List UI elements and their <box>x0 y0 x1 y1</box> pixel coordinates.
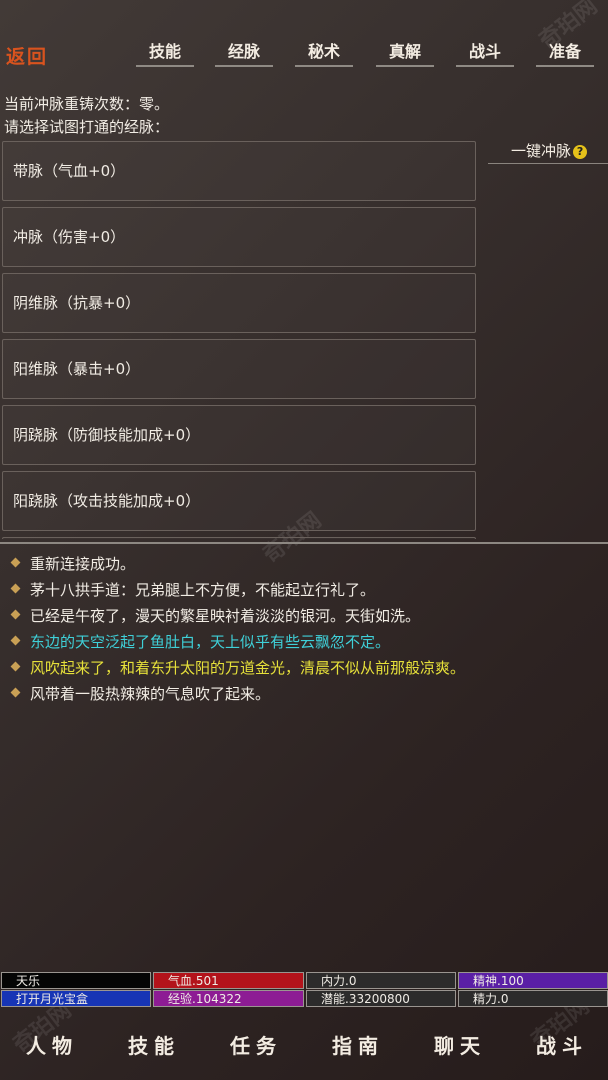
select-meridian-prompt: 请选择试图打通的经脉： <box>4 118 170 136</box>
bullet-icon <box>10 687 21 698</box>
top-bar: 返回 技能 经脉 秘术 真解 战斗 准备 <box>0 0 608 84</box>
bullet-icon <box>10 661 21 672</box>
message-text: 茅十八拱手道：兄弟腿上不方便，不能起立行礼了。 <box>30 581 376 599</box>
meridian-item-chong[interactable]: 冲脉（伤害+0） <box>2 207 476 267</box>
meridian-item-yangqiao[interactable]: 阳跷脉（攻击技能加成+0） <box>2 471 476 531</box>
message-line: 茅十八拱手道：兄弟腿上不方便，不能起立行礼了。 <box>10 580 376 600</box>
message-text: 已经是午夜了，漫天的繁星映衬着淡淡的银河。天街如洗。 <box>30 607 421 625</box>
meridian-list: 带脉（气血+0） 冲脉（伤害+0） 阴维脉（抗暴+0） 阳维脉（暴击+0） 阴跷… <box>2 141 476 539</box>
tab-combat[interactable]: 战斗 <box>456 38 514 67</box>
message-line: 风带着一股热辣辣的气息吹了起来。 <box>10 684 271 704</box>
divider <box>0 542 608 544</box>
meridian-item-partial[interactable] <box>2 537 476 539</box>
meridian-item-dai[interactable]: 带脉（气血+0） <box>2 141 476 201</box>
nav-guide[interactable]: 指南 <box>323 1030 393 1060</box>
status-neili: 内力.0 <box>306 972 456 989</box>
one-click-meridian-button[interactable]: 一键冲脉? <box>488 138 608 164</box>
nav-quests[interactable]: 任务 <box>221 1030 291 1060</box>
one-click-label: 一键冲脉 <box>511 142 572 160</box>
status-name: 天乐 <box>1 972 151 989</box>
message-text: 东边的天空泛起了鱼肚白，天上似乎有些云飘忽不定。 <box>30 633 391 651</box>
message-line: 东边的天空泛起了鱼肚白，天上似乎有些云飘忽不定。 <box>10 632 391 652</box>
status-potential: 潜能.33200800 <box>306 990 456 1007</box>
status-hp: 气血.501 <box>153 972 304 989</box>
tab-skills[interactable]: 技能 <box>136 38 194 67</box>
message-text: 风带着一股热辣辣的气息吹了起来。 <box>30 685 271 703</box>
nav-character[interactable]: 人物 <box>17 1030 87 1060</box>
bullet-icon <box>10 557 21 568</box>
status-jingli: 精力.0 <box>458 990 608 1007</box>
status-exp: 经验.104322 <box>153 990 304 1007</box>
nav-skills[interactable]: 技能 <box>119 1030 189 1060</box>
message-text: 重新连接成功。 <box>30 555 136 573</box>
status-spirit: 精神.100 <box>458 972 608 989</box>
bullet-icon <box>10 583 21 594</box>
message-line: 重新连接成功。 <box>10 554 136 574</box>
meridian-item-yangwei[interactable]: 阳维脉（暴击+0） <box>2 339 476 399</box>
help-icon[interactable]: ? <box>573 144 588 159</box>
tab-true-insight[interactable]: 真解 <box>376 38 434 67</box>
open-treasure-box-button[interactable]: 打开月光宝盒 <box>1 990 151 1007</box>
nav-battle[interactable]: 战斗 <box>527 1030 597 1060</box>
message-text: 风吹起来了，和着东升太阳的万道金光，清晨不似从前那般凉爽。 <box>30 659 466 677</box>
meridian-item-yinqiao[interactable]: 阴跷脉（防御技能加成+0） <box>2 405 476 465</box>
tab-secret-arts[interactable]: 秘术 <box>295 38 353 67</box>
bullet-icon <box>10 609 21 620</box>
message-line: 已经是午夜了，漫天的繁星映衬着淡淡的银河。天街如洗。 <box>10 606 421 626</box>
tab-prepare[interactable]: 准备 <box>536 38 594 67</box>
nav-chat[interactable]: 聊天 <box>425 1030 495 1060</box>
bullet-icon <box>10 635 21 646</box>
meridian-item-yinwei[interactable]: 阴维脉（抗暴+0） <box>2 273 476 333</box>
tab-meridians[interactable]: 经脉 <box>215 38 273 67</box>
message-line: 风吹起来了，和着东升太阳的万道金光，清晨不似从前那般凉爽。 <box>10 658 466 678</box>
reforge-count-text: 当前冲脉重铸次数：零。 <box>4 95 170 113</box>
back-button[interactable]: 返回 <box>6 42 64 72</box>
